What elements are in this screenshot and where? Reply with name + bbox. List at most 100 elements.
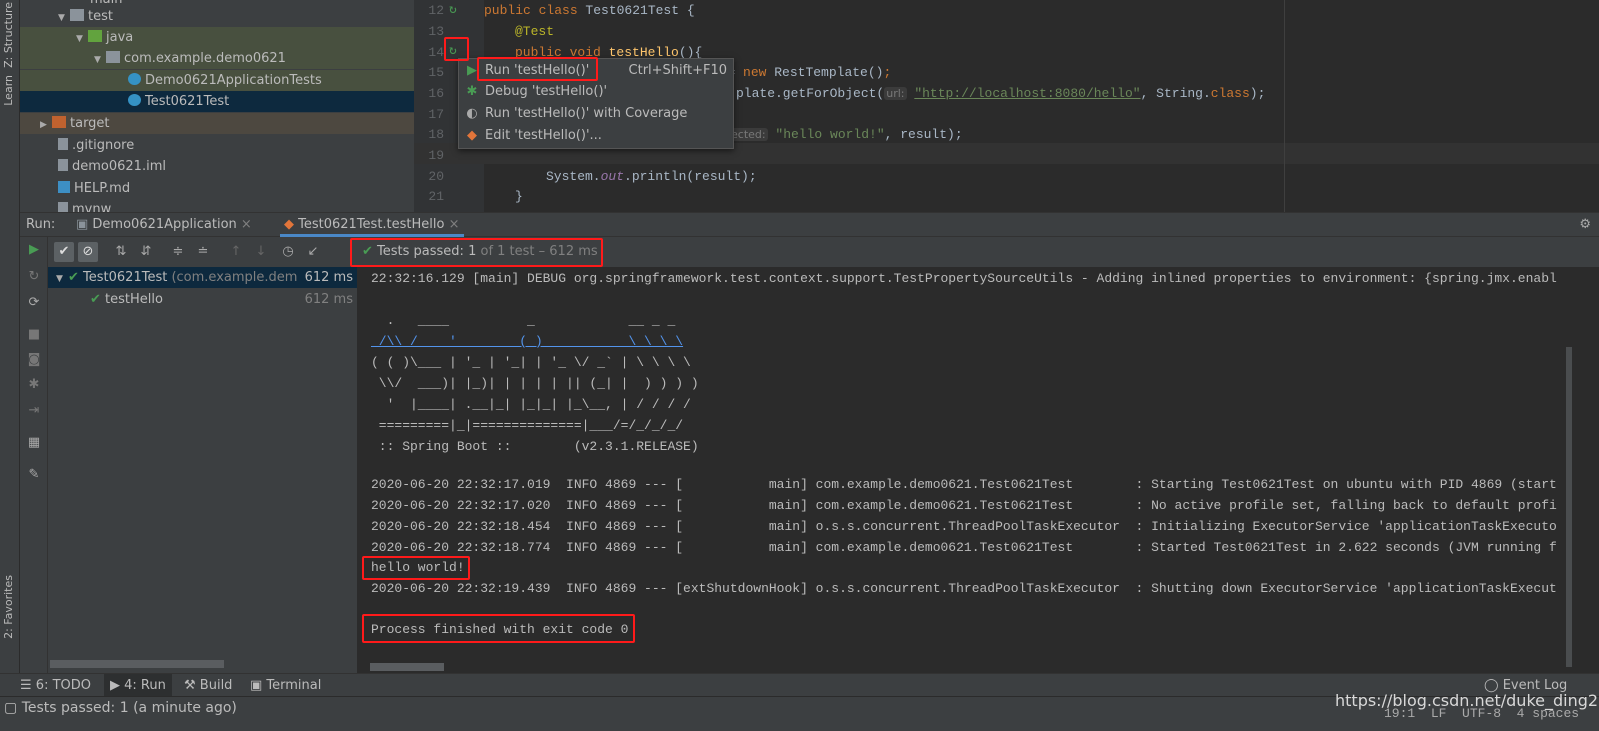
tree-item-test0621test[interactable]: Test0621Test [20,91,414,112]
sort-alpha-icon[interactable]: ⇅ [111,242,131,262]
run-tab-testhello[interactable]: ◆ Test0621Test.testHello × [280,213,464,237]
toggle-autotest-icon[interactable]: ⟳ [24,295,44,310]
tree-item-java[interactable]: ▼ java [20,27,414,48]
expand-arrow-icon[interactable]: ▼ [56,269,68,290]
console-scroll-area [1566,267,1599,673]
structure-tool-button[interactable]: Z: Structure [2,2,15,68]
menu-item-edit-config[interactable]: ◆ Edit 'testHello()'... [465,125,602,146]
collapse-arrow-icon[interactable]: ▶ [40,115,52,136]
menu-item-coverage[interactable]: ◐ Run 'testHello()' with Coverage [465,103,687,124]
close-tab-icon[interactable]: × [241,217,252,232]
annotation-hello-world [362,556,470,580]
camera-icon[interactable]: ◙ [24,352,44,367]
class-icon [128,94,141,106]
status-message[interactable]: ▢ Tests passed: 1 (a minute ago) [4,699,237,717]
run-label: Run: [26,217,56,232]
favorites-tool-button[interactable]: 2: Favorites [2,575,15,639]
learn-tool-button[interactable]: Learn [2,75,15,106]
tree-item-target[interactable]: ▶ target [20,113,414,134]
tree-item-gitignore[interactable]: .gitignore [20,135,414,156]
tree-item-package[interactable]: ▼ com.example.demo0621 [20,48,414,69]
layout-icon[interactable]: ▦ [24,435,44,450]
parameter-hint: ected: [729,128,768,141]
console-line: 2020-06-20 22:32:17.019 INFO 4869 --- [ … [371,477,1557,492]
horizontal-scrollbar[interactable] [370,663,444,671]
application-icon: ▣ [76,217,93,232]
horizontal-scrollbar[interactable] [50,660,224,668]
console-line: 2020-06-20 22:32:18.454 INFO 4869 --- [ … [371,519,1557,534]
next-icon[interactable]: ↓ [251,242,271,262]
rerun-icon[interactable]: ▶ [24,242,44,257]
tab-build[interactable]: ⚒ Build [178,674,238,697]
debug-icon[interactable]: ✱ [24,377,44,392]
hammer-icon: ⚒ [184,678,200,693]
tab-run[interactable]: ▶ 4: Run [104,674,172,697]
line-number: 15 [428,65,444,80]
tree-item-mvnw[interactable]: mvnw [20,199,414,212]
code-line-13: @Test [515,24,555,39]
sort-duration-icon[interactable]: ⇵ [136,242,156,262]
pin-icon[interactable]: ✎ [24,467,44,482]
test-node-class[interactable]: ▼ ✔ Test0621Test (com.example.dem 612 ms [48,267,357,288]
line-number: 17 [428,107,444,122]
console-output[interactable]: 22:32:16.129 [main] DEBUG org.springfram… [358,267,1566,673]
annotation-gutter-icon [444,37,469,61]
watermark: https://blog.csdn.net/duke_ding2 [1335,691,1599,710]
run-panel-header: Run: ▣ Demo0621Application × ◆ Test0621T… [20,212,1599,237]
run-test-class-gutter-icon[interactable]: ↻ [449,2,457,17]
expand-arrow-icon[interactable]: ▼ [94,50,106,71]
close-tab-icon[interactable]: × [449,217,460,232]
console-line: \\/ ___)| |_)| | | | | || (_| | ) ) ) ) [371,376,699,391]
debug-icon: ✱ [466,84,478,99]
test-folder-icon [88,30,102,42]
status-bar: ▢ Tests passed: 1 (a minute ago) 19:1 LF… [0,691,1599,731]
tab-todo[interactable]: ☰ 6: TODO [14,674,97,697]
file-icon [58,138,68,150]
parameter-hint: url: [884,87,907,100]
console-line: =========|_|==============|___/=/_/_/_/ [371,418,684,433]
tree-item-iml[interactable]: demo0621.iml [20,156,414,177]
collapse-all-icon[interactable]: ≐ [193,242,213,262]
todo-list-icon: ☰ [20,678,36,693]
code-line-12: public class Test0621Test { [484,3,695,18]
console-line: 22:32:16.129 [main] DEBUG org.springfram… [371,271,1557,286]
line-number: 14 [428,45,444,60]
vertical-scrollbar[interactable] [1566,347,1572,667]
stop-icon[interactable]: ■ [24,327,44,342]
exit-icon[interactable]: ⇥ [24,403,44,418]
expand-all-icon[interactable]: ≑ [168,242,188,262]
previous-icon[interactable]: ↑ [226,242,246,262]
check-icon: ✔ [90,292,106,307]
expand-arrow-icon[interactable]: ▼ [58,8,70,29]
class-icon [128,73,141,85]
console-line: 2020-06-20 22:32:17.020 INFO 4869 --- [ … [371,498,1557,513]
code-line-20: System.out.println(result); [546,169,757,184]
edit-config-icon: ◆ [467,128,477,143]
console-line: ' |____| .__|_| |_|_| |_\__, | / / / / [371,397,691,412]
file-icon [58,202,68,212]
run-tab-demo-application[interactable]: ▣ Demo0621Application × [76,213,252,237]
file-icon [58,159,68,171]
project-tree: main ▼test ▼java ▼com.example.demo0621 D… [20,0,414,212]
test-icon: ◆ [284,217,299,232]
tree-item-help[interactable]: HELP.md [20,178,414,199]
url-link[interactable]: "http://localhost:8080/hello" [914,86,1140,101]
show-ignored-icon[interactable]: ⊘ [78,242,98,262]
line-number: 13 [428,24,444,39]
tree-item-demo-tests[interactable]: Demo0621ApplicationTests [20,70,414,91]
rerun-failed-icon[interactable]: ↻ [24,269,44,284]
run-icon: ▶ [110,678,125,693]
annotation-tests-passed [350,238,603,267]
import-icon[interactable]: ↙ [303,242,323,262]
expand-arrow-icon[interactable]: ▼ [76,29,88,50]
settings-gear-icon[interactable]: ⚙ [1579,213,1591,237]
tab-terminal[interactable]: ▣ Terminal [244,674,327,697]
test-node-method[interactable]: ✔ testHello 612 ms [48,289,357,310]
show-passed-icon[interactable]: ✔ [54,242,74,262]
menu-item-debug[interactable]: ✱ Debug 'testHello()' [465,81,608,102]
history-icon[interactable]: ◷ [278,242,298,262]
tree-item-test[interactable]: ▼ test [20,6,414,27]
tool-windows-toggle-icon[interactable]: ▢ [4,700,22,716]
line-number: 21 [428,189,444,204]
test-results-tree: ▼ ✔ Test0621Test (com.example.dem 612 ms ✔… [48,267,357,673]
